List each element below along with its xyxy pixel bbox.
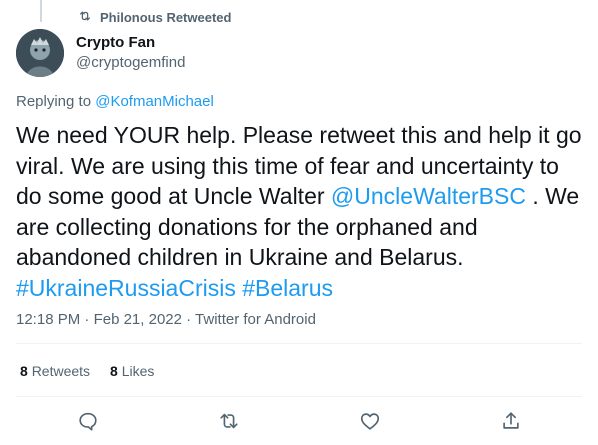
tweet-time[interactable]: 12:18 PM [16, 311, 80, 328]
likes-label: Likes [121, 363, 155, 379]
tweet-date[interactable]: Feb 21, 2022 [94, 311, 182, 328]
tweet-author: Crypto Fan @cryptogemfind [16, 29, 185, 77]
meta-separator: · [84, 311, 90, 328]
share-icon[interactable] [500, 410, 522, 432]
tweet-mention-link[interactable]: @UncleWalterBSC [331, 183, 526, 209]
retweet-banner[interactable]: Philonous Retweeted [78, 9, 231, 26]
author-display-name[interactable]: Crypto Fan [76, 33, 185, 53]
tweet-actions-bar [0, 410, 598, 434]
author-handle[interactable]: @cryptogemfind [76, 53, 185, 73]
hashtag-link-ukraine-russia-crisis[interactable]: #UkraineRussiaCrisis [16, 275, 236, 301]
retweet-icon[interactable] [218, 410, 240, 432]
thread-connector-line [40, 0, 42, 22]
tweet-text: We need YOUR help. Please retweet this a… [16, 120, 584, 303]
divider [16, 396, 582, 397]
retweets-count: 8 [20, 363, 28, 379]
retweet-icon [78, 9, 92, 26]
like-icon[interactable] [359, 410, 381, 432]
replying-to: Replying to @KofmanMichael [16, 93, 214, 110]
retweet-banner-text: Philonous Retweeted [100, 10, 232, 25]
divider [16, 343, 582, 344]
likes-count: 8 [110, 363, 118, 379]
avatar[interactable] [16, 29, 64, 77]
retweets-label: Retweets [31, 363, 91, 379]
replying-to-prefix: Replying to [16, 93, 92, 110]
reply-mention-link[interactable]: @KofmanMichael [95, 93, 214, 110]
likes-stat[interactable]: 8 Likes [110, 363, 154, 379]
hashtag-link-belarus[interactable]: #Belarus [242, 275, 333, 301]
retweets-stat[interactable]: 8 Retweets [20, 363, 90, 379]
tweet-stats: 8 Retweets 8 Likes [20, 363, 154, 379]
reply-icon[interactable] [77, 410, 99, 432]
tweet-source[interactable]: Twitter for Android [195, 311, 316, 328]
meta-separator: · [186, 311, 192, 328]
tweet-meta: 12:18 PM · Feb 21, 2022 · Twitter for An… [16, 311, 316, 328]
